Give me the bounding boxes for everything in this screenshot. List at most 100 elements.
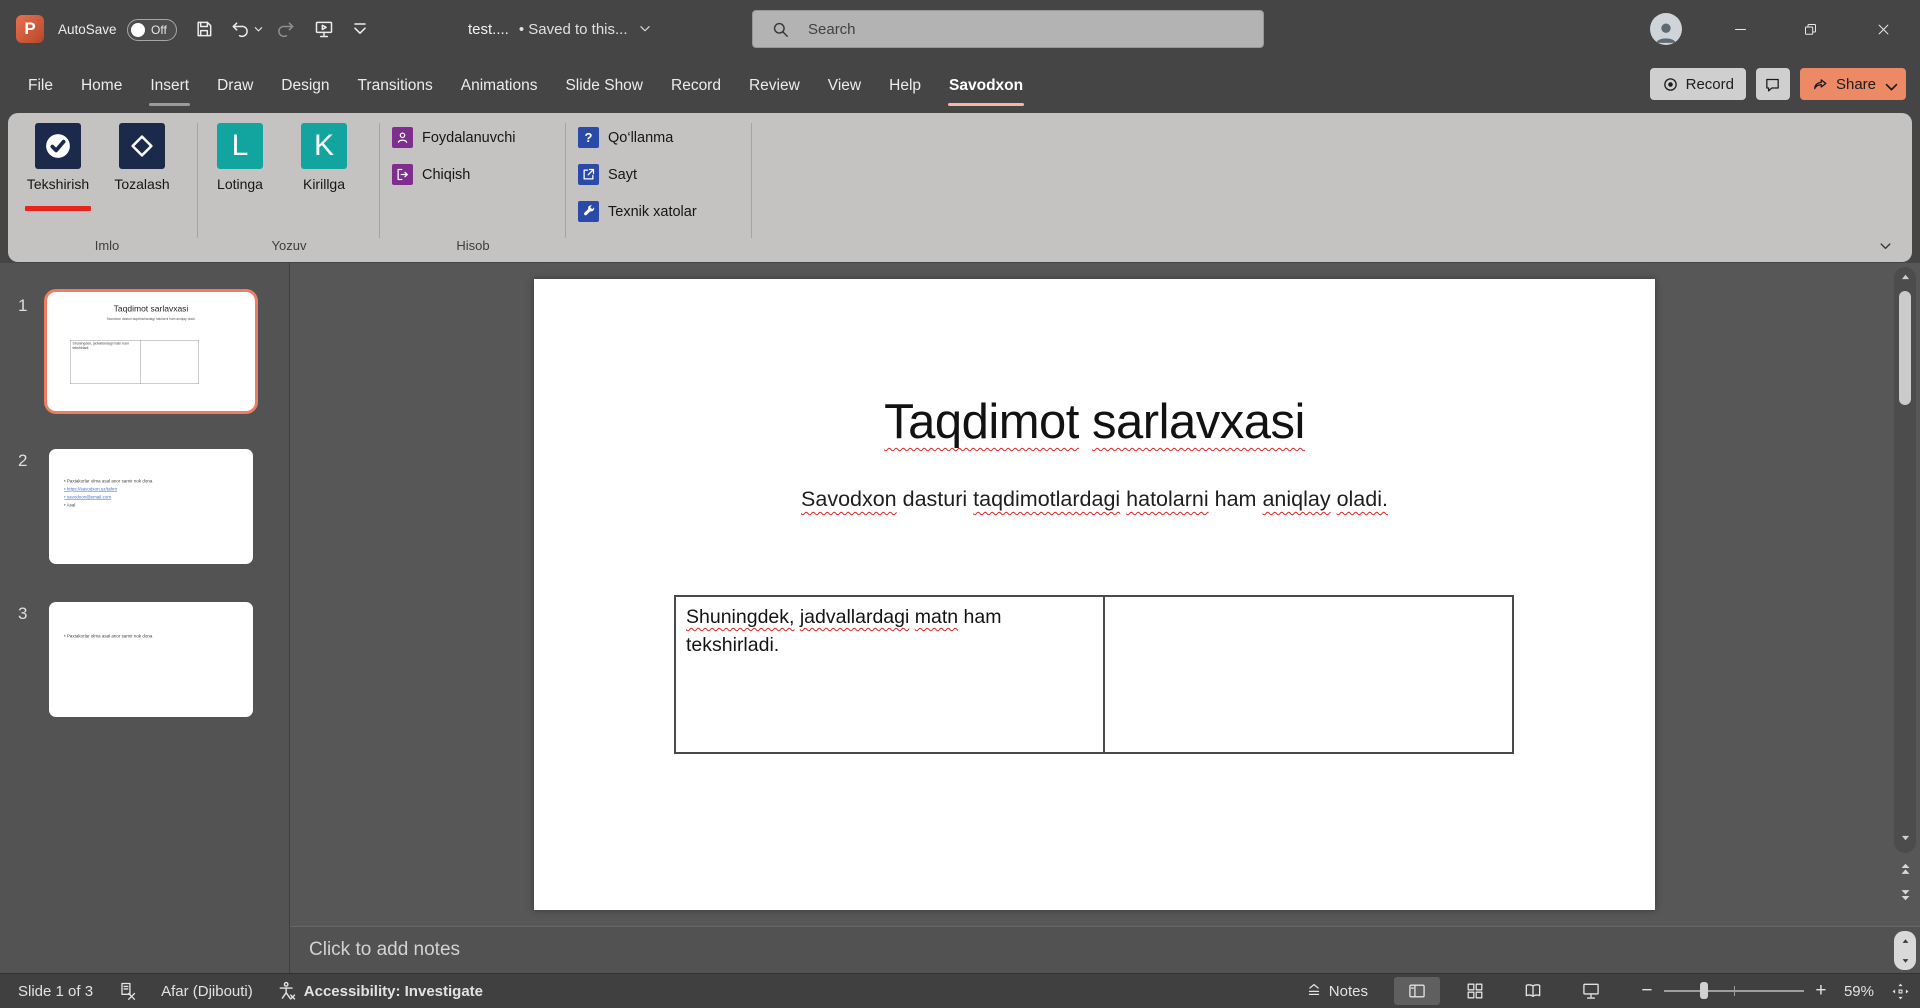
thumbnail-link: • savodxon@email.com (64, 494, 112, 500)
slideshow-view-button[interactable] (1568, 977, 1614, 1005)
tab-record[interactable]: Record (657, 58, 735, 113)
redo-icon (276, 19, 296, 39)
next-slide-button[interactable] (1894, 883, 1916, 906)
spellcheck-progress-bar (25, 206, 91, 211)
tab-help[interactable]: Help (875, 58, 935, 113)
tab-underline (280, 103, 330, 107)
account-avatar[interactable] (1650, 13, 1682, 45)
ribbon-button-tozalash[interactable]: Tozalash (100, 121, 184, 238)
restore-button[interactable] (1787, 0, 1833, 58)
vertical-scrollbar[interactable] (1894, 267, 1916, 853)
ribbon-group-label (566, 238, 752, 262)
comment-icon (1764, 76, 1781, 93)
notes-placeholder[interactable]: Click to add notes (309, 939, 460, 961)
previous-slide-button[interactable] (1894, 858, 1916, 881)
slide-canvas[interactable]: Taqdimot sarlavxasi Savodxon dasturi taq… (534, 279, 1655, 910)
table-cell[interactable]: Shuningdek, jadvallardagi matn ham teksh… (676, 597, 1105, 752)
normal-view-button[interactable] (1393, 977, 1440, 1005)
reading-view-icon (1523, 981, 1543, 1001)
workspace: 1 Taqdimot sarlavxasi Savodxon dasturi taq… (0, 263, 1920, 974)
zoom-slider[interactable] (1663, 982, 1804, 999)
ribbon-button-chiqish[interactable]: Chiqish (380, 156, 566, 193)
save-button[interactable] (188, 13, 220, 45)
comments-button[interactable] (1755, 68, 1790, 100)
tab-underline (827, 103, 862, 107)
share-button[interactable]: Share (1799, 68, 1906, 100)
ribbon-button-sayt[interactable]: Sayt (566, 156, 752, 193)
normal-view-icon (1407, 981, 1427, 1001)
tab-animations[interactable]: Animations (447, 58, 552, 113)
autosave-toggle[interactable]: Off (127, 19, 177, 41)
slide-table[interactable]: Shuningdek, jadvallardagi matn ham teksh… (674, 595, 1514, 754)
ribbon-button-tekshirish[interactable]: Tekshirish (16, 121, 100, 238)
zoom-level[interactable]: 59% (1844, 983, 1874, 1000)
scroll-up-button[interactable] (1894, 272, 1916, 288)
restore-icon (1803, 22, 1818, 37)
ribbon-button-kirillga[interactable]: K Kirillga (282, 121, 366, 238)
ribbon-group-content: ? Qo‘llanma Sayt Texnik xatolar (566, 113, 752, 238)
close-button[interactable] (1860, 0, 1906, 58)
slide-sorter-view-button[interactable] (1452, 977, 1498, 1005)
minimize-button[interactable] (1717, 0, 1763, 58)
slide-thumbnail-2[interactable]: • Paxtakorlar olma asal anor samir nok d… (49, 449, 253, 564)
scrollbar-thumb[interactable] (1899, 291, 1911, 405)
notes-scroll-up-button[interactable] (1894, 932, 1916, 950)
tab-label: Transitions (357, 76, 433, 94)
undo-dropdown-button[interactable] (250, 13, 266, 45)
table-cell-empty[interactable] (1105, 597, 1512, 752)
thumbnail-bullet: • Asal (64, 502, 76, 508)
tab-draw[interactable]: Draw (203, 58, 267, 113)
slide-indicator[interactable]: Slide 1 of 3 (18, 983, 93, 1000)
grid-view-icon (1465, 981, 1485, 1001)
zoom-slider-thumb[interactable] (1699, 982, 1708, 999)
document-title[interactable]: test.... (468, 21, 509, 38)
thumbnail-bullet: • Paxtakorlar olma asal anor samir nok d… (64, 633, 153, 639)
autosave-state: Off (151, 23, 167, 37)
slide-editor: Taqdimot sarlavxasi Savodxon dasturi taq… (290, 263, 1920, 927)
language-indicator[interactable]: Afar (Djibouti) (161, 983, 253, 1000)
slide-title-text[interactable]: Taqdimot sarlavxasi (534, 391, 1655, 453)
slide-thumbnail-1[interactable]: Taqdimot sarlavxasi Savodxon dasturi taqd… (49, 294, 253, 409)
slide-thumbnail-3[interactable]: • Paxtakorlar olma asal anor samir nok d… (49, 602, 253, 717)
scroll-down-button[interactable] (1894, 832, 1916, 848)
check-circle-icon (35, 123, 81, 169)
share-label: Share (1835, 75, 1876, 93)
start-slideshow-button[interactable] (308, 13, 340, 45)
tab-view[interactable]: View (814, 58, 875, 113)
thumbnail-preview: • Paxtakorlar olma asal anor samir nok d… (49, 449, 253, 564)
redo-button[interactable] (270, 13, 302, 45)
notes-scroll-down-button[interactable] (1894, 951, 1916, 969)
notes-scrollbar[interactable] (1894, 931, 1916, 970)
ribbon-button-texnik-xatolar[interactable]: Texnik xatolar (566, 193, 752, 230)
search-input[interactable] (806, 19, 1263, 39)
thumbnail-bullet: • Paxtakorlar olma asal anor samir nok d… (64, 478, 153, 484)
tab-slide-show[interactable]: Slide Show (551, 58, 657, 113)
tab-file[interactable]: File (14, 58, 67, 113)
scroll-down-icon (1900, 832, 1911, 848)
ribbon-button-lotinga[interactable]: L Lotinga (198, 121, 282, 238)
reading-view-button[interactable] (1510, 977, 1556, 1005)
tab-transitions[interactable]: Transitions (344, 58, 447, 113)
zoom-in-button[interactable]: + (1810, 980, 1832, 1002)
tab-home[interactable]: Home (67, 58, 136, 113)
spellcheck-icon[interactable] (117, 981, 137, 1001)
accessibility-checker[interactable]: Accessibility: Investigate (277, 981, 483, 1001)
tab-review[interactable]: Review (735, 58, 814, 113)
tab-design[interactable]: Design (267, 58, 343, 113)
save-status[interactable]: • Saved to this... (519, 21, 628, 38)
search-box[interactable] (752, 10, 1264, 48)
title-bar: P AutoSave Off test.... • Saved to this.… (0, 0, 1920, 58)
notes-pane[interactable]: Click to add notes (290, 926, 1920, 974)
fit-slide-to-window-button[interactable] (1888, 979, 1912, 1003)
ribbon-button-foydalanuvchi[interactable]: Foydalanuvchi (380, 119, 566, 156)
zoom-out-button[interactable]: − (1636, 980, 1658, 1002)
ribbon-button-qo-llanma[interactable]: ? Qo‘llanma (566, 119, 752, 156)
customize-quick-access-button[interactable] (344, 13, 376, 45)
tab-savodxon[interactable]: Savodxon (935, 58, 1037, 113)
slide-subtitle-text[interactable]: Savodxon dasturi taqdimotlardagi hatolar… (534, 487, 1655, 512)
collapse-ribbon-button[interactable] (1878, 239, 1896, 257)
tab-insert[interactable]: Insert (136, 58, 203, 113)
chevron-down-icon[interactable] (638, 22, 652, 36)
record-button[interactable]: Record (1649, 68, 1746, 100)
notes-toggle-button[interactable]: Notes (1305, 982, 1368, 1000)
